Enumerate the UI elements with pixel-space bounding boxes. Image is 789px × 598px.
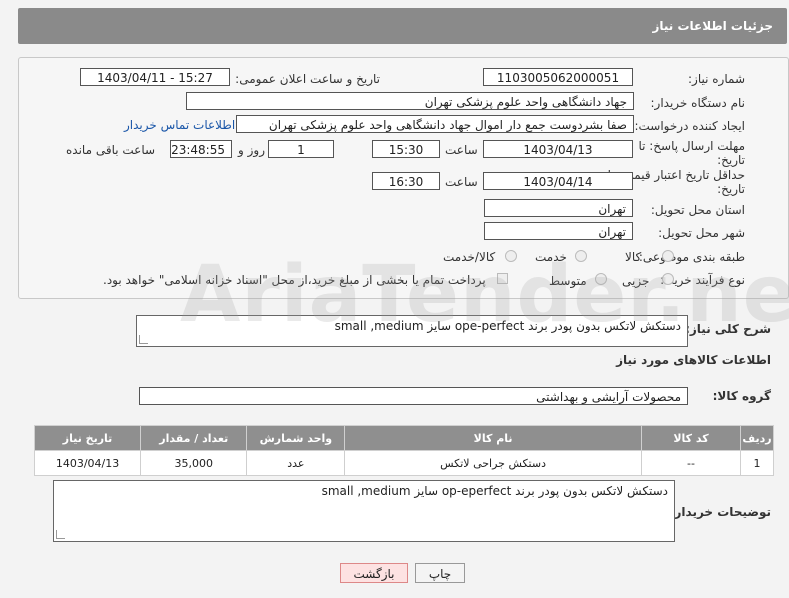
city-label: شهر محل تحویل: xyxy=(658,226,745,240)
goods-info-title: اطلاعات کالاهای مورد نیاز xyxy=(616,353,771,367)
province-label: استان محل تحویل: xyxy=(650,203,745,217)
deadline-date-field: 1403/04/13 xyxy=(483,140,633,158)
print-button[interactable]: چاپ xyxy=(415,563,465,583)
days-field: 1 xyxy=(268,140,334,158)
requester-field: صفا بشردوست جمع دار اموال جهاد دانشگاهی … xyxy=(236,115,634,133)
province-field: تهران xyxy=(484,199,633,217)
table-header-row: ردیف کد کالا نام کالا واحد شمارش تعداد /… xyxy=(33,425,774,451)
need-number-label: شماره نیاز: xyxy=(688,72,745,86)
cell-name: دستکش جراحی لاتکس xyxy=(344,450,642,476)
days-label: روز و xyxy=(238,143,265,157)
buyer-org-field: جهاد دانشگاهی واحد علوم پزشکی تهران xyxy=(186,92,634,110)
cell-date: 1403/04/13 xyxy=(33,450,142,476)
deadline-label: مهلت ارسال پاسخ: تا xyxy=(638,139,745,153)
price-valid-time-field: 16:30 xyxy=(372,172,440,190)
items-table: ردیف کد کالا نام کالا واحد شمارش تعداد /… xyxy=(33,425,774,476)
cell-row-number: 1 xyxy=(740,450,774,476)
cell-quantity: 35,000 xyxy=(140,450,248,476)
deadline-time-label: ساعت xyxy=(445,143,478,157)
buyer-notes-text: دستکش لاتکس بدون پودر برند op-eperfect س… xyxy=(321,484,668,498)
col-header-quantity: تعداد / مقدار xyxy=(140,425,248,451)
requester-label: ایجاد کننده درخواست: xyxy=(634,119,745,133)
col-header-date: تاریخ نیاز xyxy=(33,425,142,451)
announce-label: تاریخ و ساعت اعلان عمومی: xyxy=(235,72,380,86)
cell-unit: عدد xyxy=(246,450,346,476)
remaining-time-field: 23:48:55 xyxy=(170,140,232,158)
price-valid-date-label: تاریخ: xyxy=(717,182,745,196)
col-header-unit: واحد شمارش xyxy=(246,425,346,451)
buyer-notes-textarea[interactable]: دستکش لاتکس بدون پودر برند op-eperfect س… xyxy=(53,480,675,542)
watermark-logo: AriaTender.net xyxy=(180,250,789,340)
goods-group-label: گروه کالا: xyxy=(712,389,771,403)
resize-handle[interactable] xyxy=(56,530,65,539)
col-header-name: نام کالا xyxy=(344,425,642,451)
buyer-notes-label: توضیحات خریدار: xyxy=(669,505,771,519)
resize-handle[interactable] xyxy=(139,335,148,344)
deadline-time-field: 15:30 xyxy=(372,140,440,158)
deadline-date-label: تاریخ: xyxy=(717,153,745,167)
goods-group-field: محصولات آرایشی و بهداشتی xyxy=(139,387,688,405)
watermark-text: AriaTender.net xyxy=(180,250,789,340)
contact-link[interactable]: اطلاعات تماس خریدار xyxy=(124,118,235,132)
need-number-field: 1103005062000051 xyxy=(483,68,633,86)
buyer-org-label: نام دستگاه خریدار: xyxy=(650,96,746,110)
price-valid-date-field: 1403/04/14 xyxy=(483,172,633,190)
cell-code: -- xyxy=(640,450,742,476)
table-row: 1 -- دستکش جراحی لاتکس عدد 35,000 1403/0… xyxy=(33,450,774,476)
remaining-label: ساعت باقی مانده xyxy=(66,143,156,157)
header-bar: جزئیات اطلاعات نیاز xyxy=(18,8,787,44)
col-header-code: کد کالا xyxy=(640,425,742,451)
price-valid-time-label: ساعت xyxy=(445,175,478,189)
announce-field: 1403/04/11 - 15:27 xyxy=(80,68,230,86)
city-field: تهران xyxy=(484,222,633,240)
back-button[interactable]: بازگشت xyxy=(340,563,408,583)
col-header-row-number: ردیف xyxy=(740,425,774,451)
page-title: جزئیات اطلاعات نیاز xyxy=(652,19,773,33)
